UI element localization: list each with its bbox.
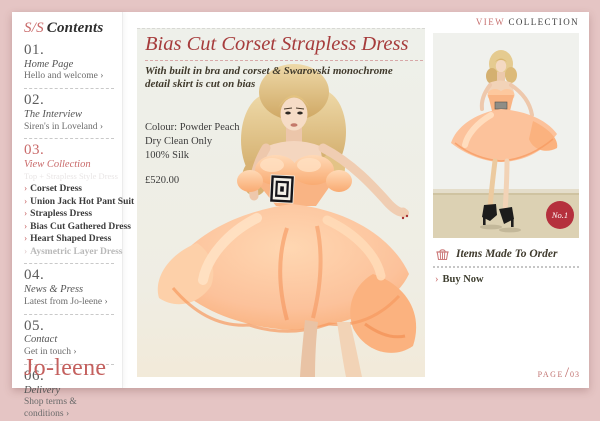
product-care: Dry Clean Only [145,135,240,149]
basket-icon [435,247,450,261]
chevron-right-icon: › [24,247,27,257]
divider [24,138,114,139]
page-number: 03 [570,370,580,379]
sidebar-item-aysmetric-layer-dress[interactable]: ›Aysmetric Layer Dress [24,246,116,259]
page-separator: / [565,365,569,382]
view-label: VIEW [476,17,505,27]
divider [24,263,114,264]
section-name[interactable]: Contact [24,334,116,347]
sidebar-item-union-jack-hot-pant-suit[interactable]: ›Union Jack Hot Pant Suit [24,196,116,209]
item-label: Bias Cut Gathered Dress [30,222,131,232]
product-subtitle: With built in bra and corset & Swarovski… [145,65,401,92]
item-label: Union Jack Hot Pant Suit [30,197,134,207]
product-info-overlay: Bias Cut Corset Strapless Dress With bui… [137,28,425,377]
view-collection-link[interactable]: VIEW COLLECTION [433,17,579,27]
section-number: 01. [24,43,116,59]
contents-label: Contents [47,20,104,36]
section-name[interactable]: News & Press [24,284,116,297]
sidebar-item-heart-shaped-dress[interactable]: ›Heart Shaped Dress [24,233,116,246]
divider [24,314,114,315]
sidebar-item-corset-dress[interactable]: ›Corset Dress [24,183,116,196]
chevron-right-icon: › [24,222,27,232]
section-name[interactable]: The Interview [24,109,116,122]
section-number: 05. [24,319,116,335]
section-number: 03. [24,143,116,159]
page-label: PAGE [538,370,564,379]
sidebar-item-contact[interactable]: 05. Contact Get in touch › [24,319,116,359]
chevron-right-icon: › [24,184,27,194]
sidebar-title: S/SContents [24,20,116,37]
sidebar-item-view-collection[interactable]: 03. View Collection Top + Strapless Styl… [24,143,116,258]
sidebar-item-bias-cut-gathered-dress[interactable]: ›Bias Cut Gathered Dress [24,221,116,234]
right-column: VIEW COLLECTION [433,17,579,285]
divider [433,266,579,268]
sidebar-item-home[interactable]: 01. Home Page Hello and welcome › [24,43,116,83]
made-to-order-row: Items Made To Order [433,247,579,261]
product-details: Colour: Powder Peach Dry Clean Only 100%… [145,121,240,164]
section-name[interactable]: Delivery [24,385,116,398]
section-link[interactable]: Shop terms & conditions › [24,397,116,421]
number-badge: No.1 [546,201,574,229]
buy-now-label: Buy Now [443,274,484,285]
item-label: Heart Shaped Dress [30,234,111,244]
product-colour: Colour: Powder Peach [145,121,240,135]
section-number: 02. [24,93,116,109]
ghost-transition-text: Top + Strapless Style Dress [24,172,116,181]
chevron-right-icon: › [24,197,27,207]
section-name[interactable]: View Collection [24,159,116,172]
chevron-right-icon: › [435,274,439,285]
section-link[interactable]: Latest from Jo-leene › [24,297,116,309]
brand-logo[interactable]: Jo-leene [24,355,106,382]
product-title: Bias Cut Corset Strapless Dress [145,33,423,61]
product-price: £520.00 [145,175,179,186]
section-name[interactable]: Home Page [24,59,116,72]
buy-now-button[interactable]: › Buy Now [433,274,579,285]
collection-list: ›Corset Dress ›Union Jack Hot Pant Suit … [24,183,116,258]
page-indicator: PAGE / 03 [538,366,580,383]
item-label: Corset Dress [30,184,82,194]
chevron-right-icon: › [24,209,27,219]
season-label: S/S [24,20,44,36]
sidebar-item-news-press[interactable]: 04. News & Press Latest from Jo-leene › [24,268,116,308]
product-thumbnail[interactable]: No.1 [433,33,579,238]
item-label: Strapless Dress [30,209,92,219]
sidebar-item-strapless-dress[interactable]: ›Strapless Dress [24,208,116,221]
sidebar-item-interview[interactable]: 02. The Interview Siren's in Loveland › [24,93,116,133]
content-card: S/SContents 01. Home Page Hello and welc… [12,12,589,388]
chevron-right-icon: › [24,234,27,244]
section-link[interactable]: Siren's in Loveland › [24,122,116,134]
divider [24,88,114,89]
divider [137,28,425,29]
section-number: 04. [24,268,116,284]
collection-label: COLLECTION [509,17,580,27]
product-fabric: 100% Silk [145,149,240,163]
main-product-photo: Bias Cut Corset Strapless Dress With bui… [137,28,425,377]
page-background: S/SContents 01. Home Page Hello and welc… [0,0,600,400]
item-label: Aysmetric Layer Dress [30,247,122,257]
made-to-order-label: Items Made To Order [456,248,557,260]
section-link[interactable]: Hello and welcome › [24,71,116,83]
sidebar-contents: S/SContents 01. Home Page Hello and welc… [12,12,123,388]
